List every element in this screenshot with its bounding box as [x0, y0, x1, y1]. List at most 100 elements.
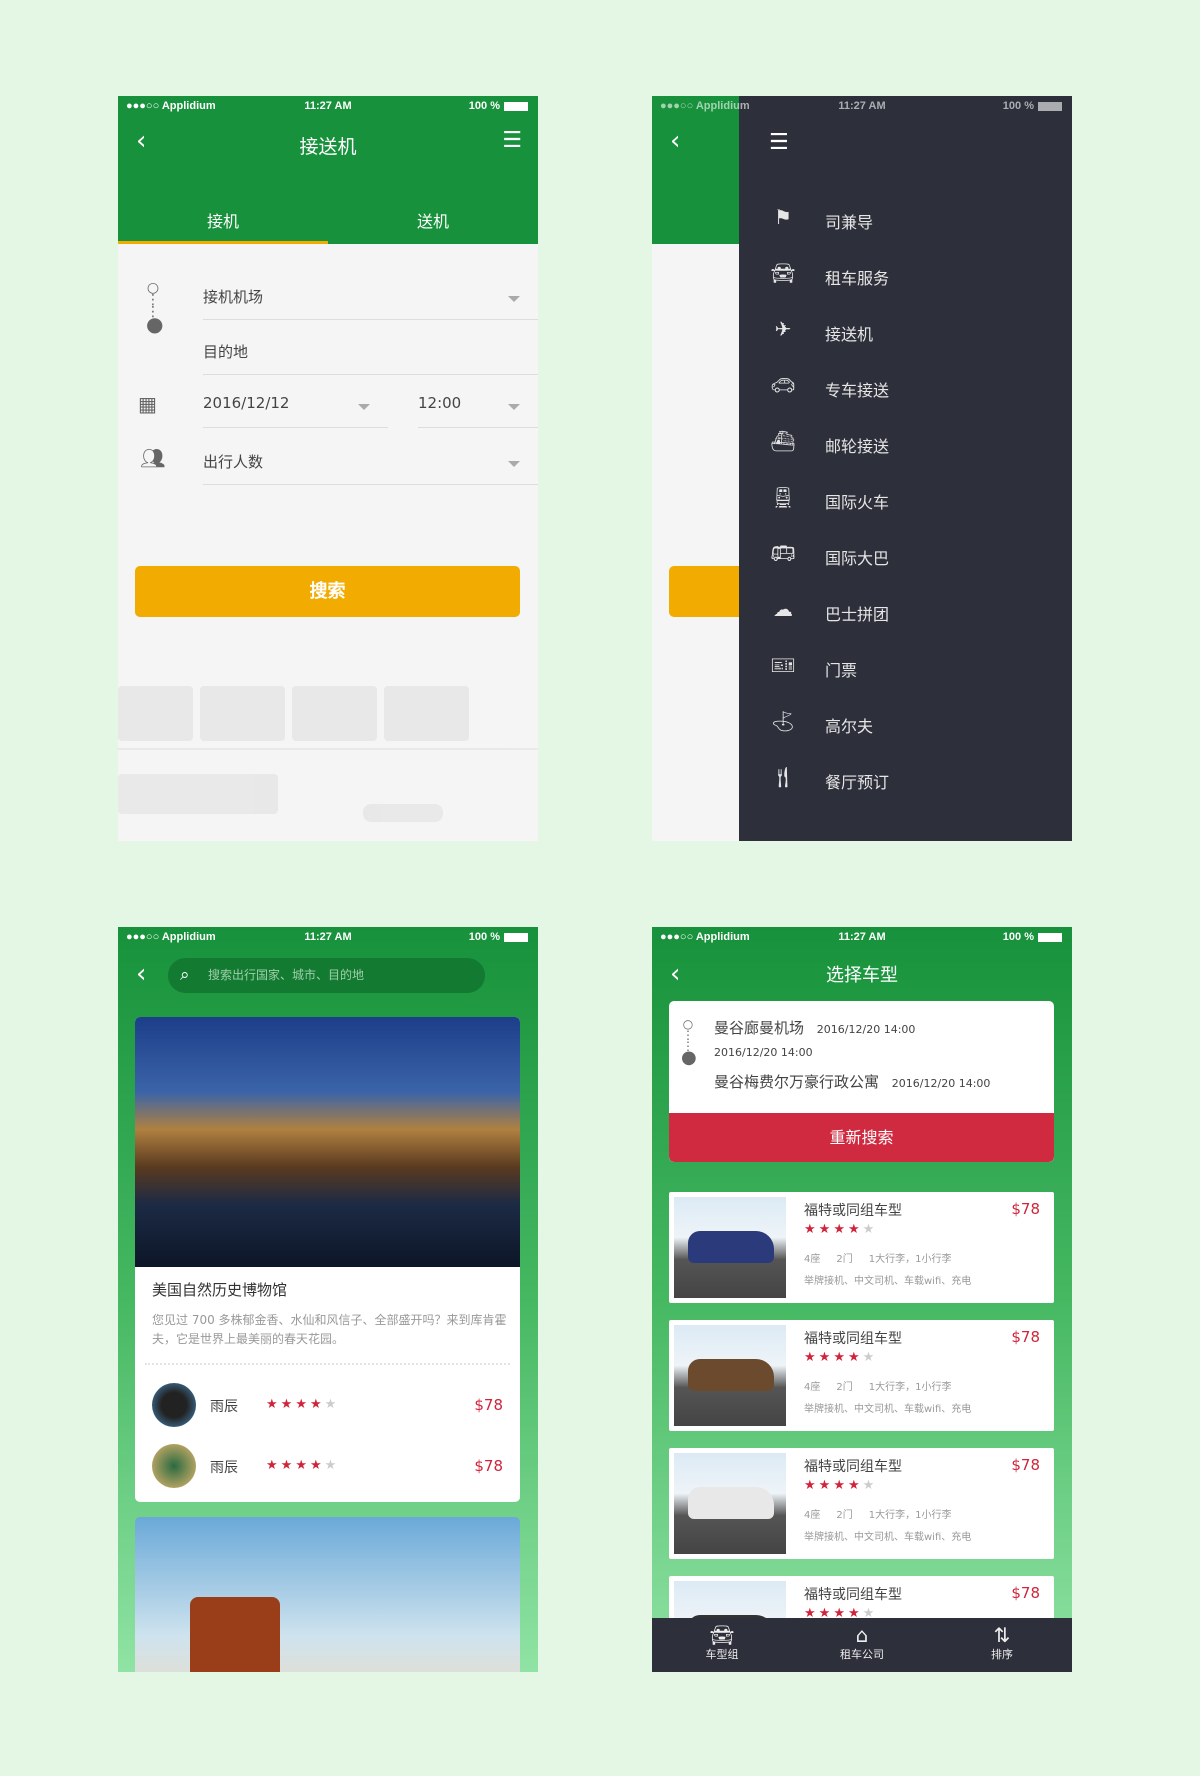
battery-icon	[504, 101, 528, 111]
menu-item-label: 租车服务	[825, 269, 890, 288]
status-bar: ●●●○○ Applidium 11:27 AM 100 %	[118, 96, 538, 116]
menu-item[interactable]: 🚘︎ 租车服务	[739, 255, 1072, 295]
menu-item[interactable]: 🚌︎ 国际大巴	[739, 535, 1072, 575]
car-price: $78	[1011, 1200, 1040, 1218]
venice-photo	[135, 1017, 520, 1267]
avatar	[152, 1383, 196, 1427]
star-rating: ★★★★★	[804, 1478, 877, 1493]
reviewer-name: 雨辰	[210, 1460, 238, 1476]
back-icon[interactable]: ‹	[136, 961, 146, 987]
menu-item-label: 巴士拼团	[825, 605, 890, 624]
destination-card[interactable]: 美国自然历史博物馆 您见过 700 多株郁金香、水仙和风信子、全部盛开吗？来到库…	[135, 1017, 520, 1502]
star-filled-icon: ★	[280, 1397, 296, 1412]
destination-placeholder: 目的地	[203, 343, 249, 361]
review-row[interactable]: 雨辰 ★★★★★ $78	[152, 1383, 503, 1429]
menu-item[interactable]: ⚑ 司兼导	[739, 199, 1072, 239]
star-filled-icon: ★	[833, 1350, 848, 1365]
tab-garage[interactable]: ⌂ 租车公司	[792, 1618, 932, 1672]
search-button[interactable]: 搜索	[135, 566, 520, 617]
passengers-select[interactable]: 出行人数	[203, 451, 538, 485]
search-icon: ⌕	[180, 965, 190, 985]
car-rental-icon: 🚘︎	[770, 261, 796, 285]
menu-item-label: 接送机	[825, 325, 874, 344]
menu-item[interactable]: ✈ 接送机	[739, 311, 1072, 351]
car-card[interactable]: 福特或同组车型$78★★★★★4座2门1大行李，1小行李举牌接机、中文司机、车载…	[669, 1320, 1054, 1431]
to-location: 曼谷梅费尔万豪行政公寓	[714, 1073, 880, 1091]
tab-label: 接机	[206, 212, 239, 231]
seats: 4座	[804, 1382, 821, 1393]
menu-item[interactable]: ⛳︎ 高尔夫	[739, 703, 1072, 743]
date-select[interactable]: 2016/12/12	[203, 394, 388, 428]
destination-input[interactable]: 目的地	[203, 341, 538, 375]
from-time: 2016/12/20 14:00	[816, 1023, 916, 1036]
time-select[interactable]: 12:00	[418, 394, 538, 428]
star-filled-icon: ★	[266, 1397, 281, 1412]
menu-item[interactable]: 🚆︎ 国际火车	[739, 479, 1072, 519]
battery: 100 %	[469, 931, 528, 943]
back-icon[interactable]: ‹	[670, 128, 680, 154]
card-description: 您见过 700 多株郁金香、水仙和风信子、全部盛开吗？来到库肯霍夫，它是世界上最…	[152, 1313, 507, 1346]
research-button[interactable]: 重新搜索	[669, 1113, 1054, 1162]
garage-icon: ⌂	[855, 1623, 869, 1647]
menu-list-icon[interactable]: ☰	[502, 128, 522, 153]
guide-icon: ⚑	[774, 205, 792, 229]
car-specs: 4座 2门 1大行李，1小行李	[804, 1506, 951, 1521]
car-card[interactable]: 福特或同组车型$78★★★★★4座2门1大行李，1小行李举牌接机、中文司机、车载…	[669, 1192, 1054, 1303]
destination-card[interactable]	[135, 1517, 520, 1672]
car-specs: 4座 2门 1大行李，1小行李	[804, 1378, 951, 1393]
menu-item[interactable]: 🎫︎ 门票	[739, 647, 1072, 687]
route-icon: ○ ⋮ ⋮ ●	[681, 1017, 697, 1068]
menu-item-label: 邮轮接送	[825, 437, 890, 456]
passengers-value: 出行人数	[203, 453, 264, 471]
car-card[interactable]: 福特或同组车型$78★★★★★4座2门1大行李，1小行李举牌接机、中文司机、车载…	[669, 1448, 1054, 1559]
battery-text: 100 %	[1002, 931, 1034, 943]
avatar	[152, 1444, 196, 1488]
pickup-airport-select[interactable]: 接机机场	[203, 286, 538, 320]
golf-icon: ⛳︎	[770, 709, 796, 733]
menu-item-label: 门票	[825, 661, 858, 680]
route-icon: ○ ⋮ ⋮ ●	[146, 280, 164, 336]
tab-car-front[interactable]: 🚘︎ 车型组	[652, 1618, 792, 1672]
star-filled-icon: ★	[280, 1458, 296, 1473]
bus-icon: 🚌︎	[770, 541, 796, 565]
tab-pickup[interactable]: 接机	[118, 208, 328, 244]
star-rating: ★★★★★	[804, 1350, 877, 1365]
car-icon: 🚗︎	[770, 373, 796, 397]
status-bar: ●●●○○ Applidium 11:27 AM 100 %	[652, 927, 1072, 947]
search-input[interactable]: ⌕ 搜索出行国家、城市、目的地	[168, 958, 485, 993]
group-icon: ☁	[773, 597, 793, 621]
menu-item-label: 餐厅预订	[825, 773, 890, 792]
seats: 4座	[804, 1510, 821, 1521]
battery-text: 100 %	[1002, 100, 1034, 112]
menu-item-label: 国际火车	[825, 493, 890, 512]
car-photo	[674, 1453, 786, 1554]
trip-summary: ○ ⋮ ⋮ ● 曼谷廊曼机场 2016/12/20 14:00 2016/12/20 …	[669, 1001, 1054, 1162]
car-price: $78	[1011, 1584, 1040, 1602]
tab-dropoff[interactable]: 送机	[328, 208, 538, 244]
mid-time: 2016/12/20 14:00	[714, 1046, 813, 1059]
menu-item[interactable]: ⛴ 邮轮接送	[739, 423, 1072, 463]
menu-item[interactable]: ☁ 巴士拼团	[739, 591, 1072, 631]
menu-item-label: 司兼导	[825, 213, 874, 232]
battery-text: 100 %	[468, 100, 500, 112]
menu-item[interactable]: 🍴︎ 餐厅预订	[739, 759, 1072, 799]
luggage: 1大行李，1小行李	[868, 1510, 952, 1521]
screen-side-menu: ‹ ●●●○○ Applidium 11:27 AM 100 % ☰ ⚑ 司兼导 🚘…	[652, 96, 1072, 841]
battery: 100 %	[469, 100, 528, 112]
star-empty-icon: ★	[324, 1397, 340, 1412]
menu-list-icon[interactable]: ☰	[769, 130, 789, 155]
search-placeholder: 搜索出行国家、城市、目的地	[208, 968, 365, 982]
reviewer-name: 雨辰	[210, 1399, 238, 1415]
car-name: 福特或同组车型	[804, 1331, 902, 1347]
menu-item-label: 国际大巴	[825, 549, 890, 568]
status-bar: ●●●○○ Applidium 11:27 AM 100 %	[118, 927, 538, 947]
star-filled-icon: ★	[309, 1397, 325, 1412]
doors: 2门	[836, 1382, 853, 1393]
caret-down-icon	[508, 296, 520, 302]
car-front-icon: 🚘︎	[709, 1623, 735, 1647]
star-filled-icon: ★	[309, 1458, 325, 1473]
battery-icon	[1038, 101, 1062, 111]
review-row[interactable]: 雨辰 ★★★★★ $78	[152, 1444, 503, 1490]
menu-item[interactable]: 🚗︎ 专车接送	[739, 367, 1072, 407]
tab-sort[interactable]: ⇅ 排序	[932, 1618, 1072, 1672]
